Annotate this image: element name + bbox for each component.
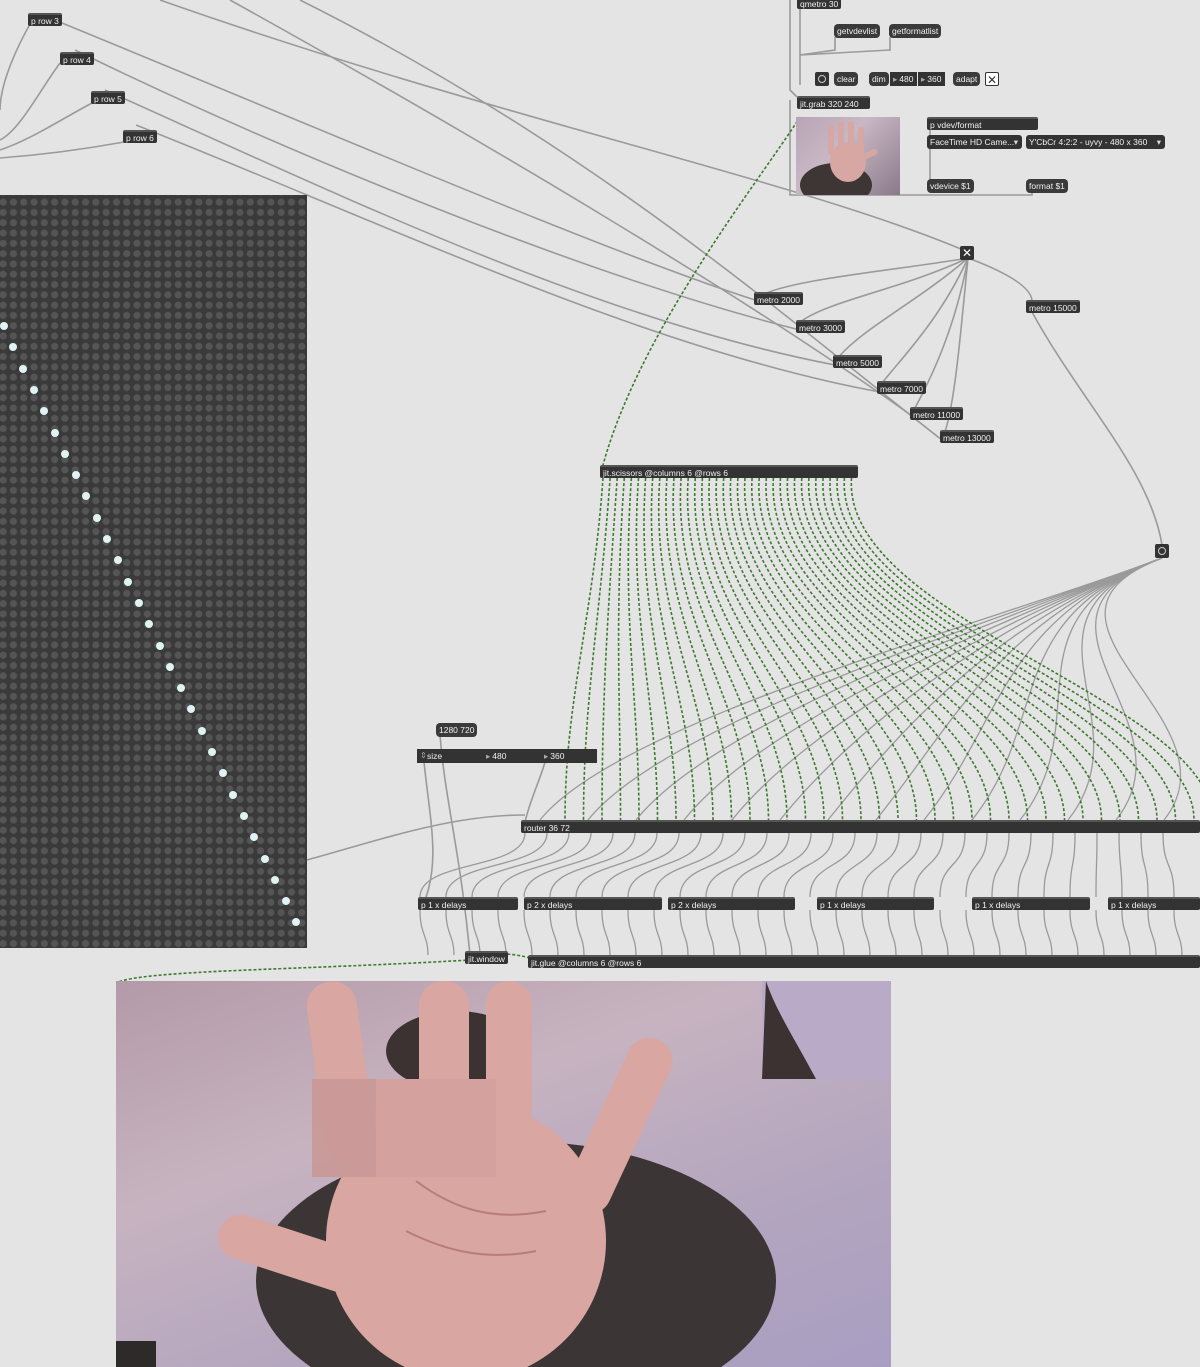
- matrix-cell-active[interactable]: [92, 513, 101, 522]
- format-message[interactable]: format $1: [1026, 179, 1068, 193]
- size-label[interactable]: size: [427, 749, 442, 763]
- jit-glue-object[interactable]: jit.glue @columns 6 @rows 6: [528, 955, 1200, 968]
- matrix-cell-active[interactable]: [281, 897, 290, 906]
- matrix-cell-active[interactable]: [8, 343, 17, 352]
- matrix-cell-active[interactable]: [250, 833, 258, 842]
- matrix-cell-active[interactable]: [113, 556, 122, 565]
- getvdevlist-message[interactable]: getvdevlist: [834, 24, 881, 38]
- patcher-canvas[interactable]: p row 3 p row 4 p row 5 p row 6 qmetro 3…: [0, 0, 1200, 1367]
- clear-message[interactable]: clear: [834, 72, 859, 86]
- format-menu[interactable]: Y'CbCr 4:2:2 - uyvy - 480 x 360: [1026, 135, 1165, 149]
- metro-15000[interactable]: metro 15000: [1026, 300, 1080, 313]
- size-arrows-icon: ⇕: [420, 751, 427, 760]
- matrix-cell-active[interactable]: [176, 684, 185, 693]
- dim-width-number[interactable]: 480: [890, 72, 917, 86]
- size-height-number[interactable]: 360: [541, 749, 597, 763]
- metro-11000[interactable]: metro 11000: [910, 407, 964, 420]
- metro-2000[interactable]: metro 2000: [754, 292, 803, 305]
- vdevice-message[interactable]: vdevice $1: [927, 179, 974, 193]
- metro-3000[interactable]: metro 3000: [796, 320, 845, 333]
- metro-7000[interactable]: metro 7000: [877, 381, 926, 394]
- size-control-bar: ⇕ size 480 360: [417, 749, 597, 763]
- matrix-cell-active[interactable]: [208, 748, 216, 756]
- dim-height-number[interactable]: 360: [918, 72, 945, 86]
- matrix-cell-active[interactable]: [103, 535, 111, 543]
- delays-subpatcher-4[interactable]: p 1 x delays: [817, 897, 934, 910]
- glued-hand-image: [116, 981, 891, 1367]
- matrix-cell-active[interactable]: [40, 407, 48, 416]
- matrix-cell-active[interactable]: [218, 769, 227, 778]
- metro-5000[interactable]: metro 5000: [833, 355, 882, 368]
- metro-13000[interactable]: metro 13000: [940, 430, 994, 443]
- matrix-cell-active[interactable]: [229, 790, 237, 799]
- jit-grab-object[interactable]: jit.grab 320 240: [797, 96, 870, 109]
- matrix-cell-active[interactable]: [292, 918, 300, 927]
- matrix-cell-active[interactable]: [50, 428, 59, 437]
- matrix-cell-active[interactable]: [134, 598, 143, 607]
- device-menu[interactable]: FaceTime HD Came...: [927, 135, 1022, 149]
- matrix-cell-active[interactable]: [71, 471, 80, 480]
- subpatcher-row-5[interactable]: p row 5: [91, 91, 125, 104]
- delays-subpatcher-5[interactable]: p 1 x delays: [972, 897, 1090, 910]
- qmetro-object[interactable]: qmetro 30: [797, 0, 841, 9]
- size-1280-720-message[interactable]: 1280 720: [436, 723, 478, 737]
- size-width-number[interactable]: 480: [483, 749, 541, 763]
- router-object[interactable]: router 36 72: [521, 820, 1200, 833]
- delays-subpatcher-3[interactable]: p 2 x delays: [668, 897, 795, 910]
- matrix-cell-active[interactable]: [29, 385, 38, 394]
- subpatcher-row-4[interactable]: p row 4: [60, 52, 94, 65]
- jit-scissors-object[interactable]: jit.scissors @columns 6 @rows 6: [600, 465, 858, 478]
- matrix-cell-active[interactable]: [124, 577, 132, 586]
- matrix-cell-active[interactable]: [0, 322, 8, 330]
- delays-subpatcher-1[interactable]: p 1 x delays: [418, 897, 518, 910]
- subpatcher-row-3[interactable]: p row 3: [28, 13, 62, 26]
- matrix-cell-active[interactable]: [260, 854, 269, 863]
- matrix-cell-active[interactable]: [61, 449, 69, 458]
- adapt-message[interactable]: adapt: [953, 72, 981, 86]
- matrix-cell-active[interactable]: [271, 875, 279, 884]
- main-toggle[interactable]: ✕: [960, 246, 974, 260]
- adapt-toggle[interactable]: ✕: [985, 72, 999, 87]
- getformatlist-message[interactable]: getformatlist: [889, 24, 942, 38]
- jit-window-output: [116, 981, 891, 1367]
- router-bang[interactable]: [1155, 544, 1169, 558]
- jit-pwindow-preview: [796, 117, 900, 195]
- matrix-cell-active[interactable]: [19, 364, 27, 373]
- bang-button[interactable]: [815, 72, 829, 86]
- matrix-cell-active[interactable]: [197, 726, 206, 735]
- matrix-cell-active[interactable]: [187, 705, 195, 714]
- matrixctrl-grid[interactable]: [0, 195, 307, 948]
- matrix-cell-active[interactable]: [155, 641, 164, 650]
- matrix-cell-active[interactable]: [239, 811, 248, 820]
- matrix-cell-active[interactable]: [166, 662, 174, 671]
- dim-message[interactable]: dim: [869, 72, 889, 86]
- delays-subpatcher-2[interactable]: p 2 x delays: [524, 897, 662, 910]
- jit-window-object[interactable]: jit.window: [465, 951, 508, 964]
- subpatcher-row-6[interactable]: p row 6: [123, 130, 157, 143]
- matrix-cell-active[interactable]: [145, 620, 153, 629]
- subpatcher-vdev-format[interactable]: p vdev/format: [927, 117, 1038, 130]
- matrix-cell-active[interactable]: [82, 492, 90, 501]
- delays-subpatcher-6[interactable]: p 1 x delays: [1108, 897, 1200, 910]
- hand-preview-image: [800, 121, 878, 195]
